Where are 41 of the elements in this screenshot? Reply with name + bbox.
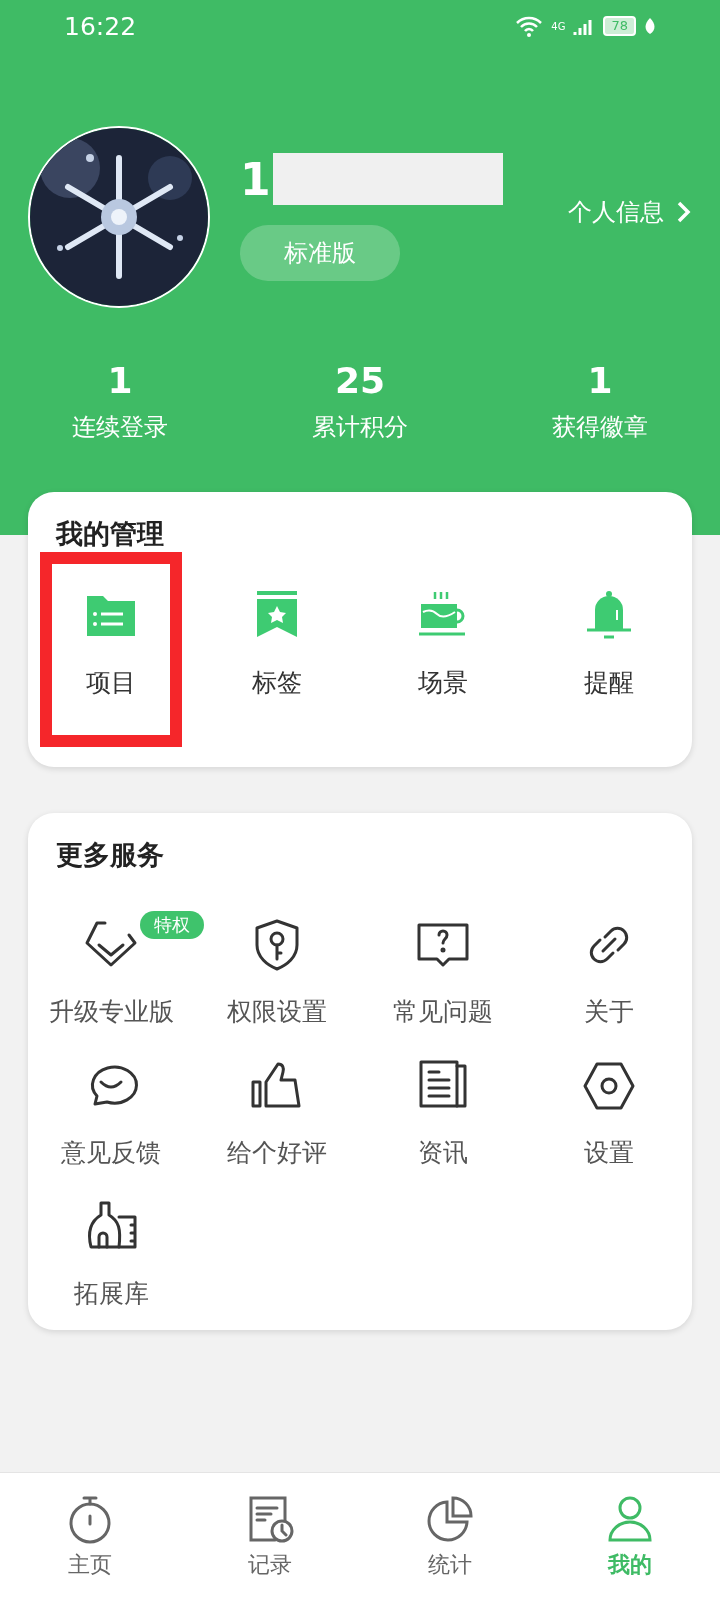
service-label[interactable]: 资讯 xyxy=(418,1136,468,1169)
tab-item[interactable]: 记录 xyxy=(180,1473,360,1600)
tab-label: 我的 xyxy=(608,1550,652,1579)
service-label[interactable]: 意见反馈 xyxy=(61,1136,161,1169)
tab-item[interactable]: 统计 xyxy=(360,1473,540,1600)
section-title: 更多服务 xyxy=(55,838,165,872)
leaf-icon xyxy=(644,16,656,36)
item-label: 场景 xyxy=(418,667,468,699)
status-time: 16:22 xyxy=(64,11,137,41)
stat-value: 1 xyxy=(587,360,613,401)
service-label[interactable]: 给个好评 xyxy=(227,1136,327,1169)
stat-value: 25 xyxy=(334,360,386,401)
tab-item[interactable]: 主页 xyxy=(0,1473,180,1600)
stat-label: 连续登录 xyxy=(72,412,168,443)
privilege-badge: 特权 xyxy=(140,911,204,939)
service-label[interactable]: 权限设置 xyxy=(227,995,327,1028)
battery-level: 78 xyxy=(603,16,636,36)
management-item[interactable]: 场景 xyxy=(372,552,514,747)
service-label[interactable]: 拓展库 xyxy=(73,1277,149,1310)
service-label[interactable]: 关于 xyxy=(584,995,634,1028)
service-label[interactable]: 常见问题 xyxy=(393,995,493,1028)
service-label[interactable]: 升级专业版 xyxy=(48,995,174,1028)
edition-badge: 标准版 xyxy=(240,225,400,281)
tab-label: 主页 xyxy=(68,1550,112,1579)
section-title: 我的管理 xyxy=(54,517,165,551)
item-label: 项目 xyxy=(86,667,136,699)
item-label: 标签 xyxy=(252,667,302,699)
service-label[interactable]: 设置 xyxy=(584,1136,634,1169)
stat-value: 1 xyxy=(107,360,133,401)
management-item[interactable]: 标签 xyxy=(206,552,348,747)
user-name: 1 xyxy=(240,153,271,205)
chevron-right-icon xyxy=(676,200,692,224)
tab-label: 记录 xyxy=(248,1550,292,1579)
network-type: 4G xyxy=(551,20,566,32)
stat-label: 获得徽章 xyxy=(552,412,648,443)
item-label: 提醒 xyxy=(584,667,634,699)
wifi-icon xyxy=(515,15,544,37)
highlight-frame[interactable]: 项目 xyxy=(40,552,182,747)
management-item[interactable]: 提醒 xyxy=(538,552,680,747)
tab-label: 统计 xyxy=(428,1550,472,1579)
stat-label: 累计积分 xyxy=(312,412,408,443)
